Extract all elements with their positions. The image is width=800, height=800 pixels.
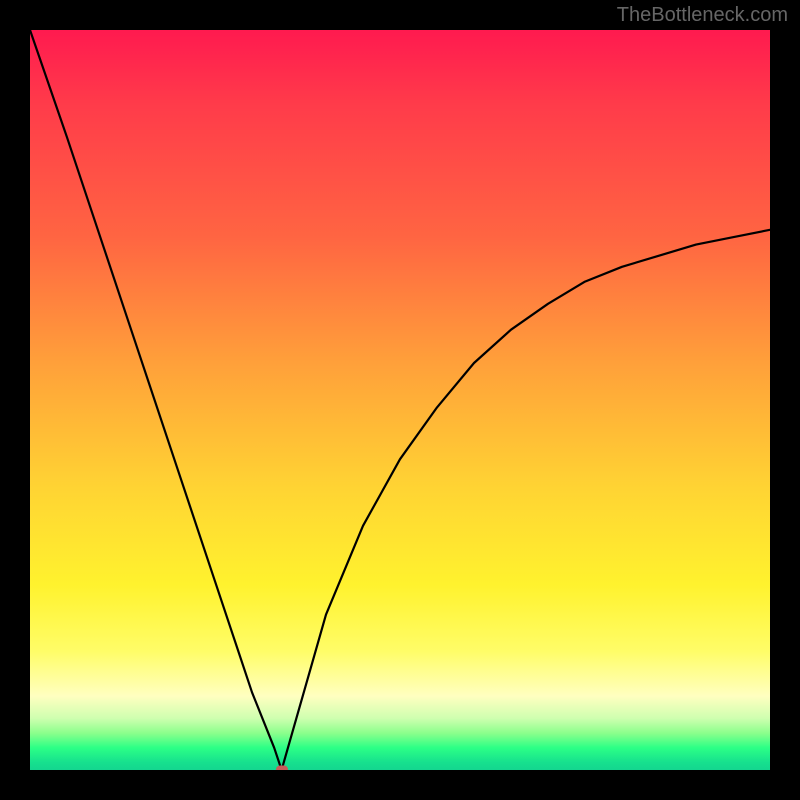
plot-area — [30, 30, 770, 770]
bottleneck-curve — [30, 30, 770, 770]
curve-svg — [30, 30, 770, 770]
optimum-marker — [276, 766, 288, 771]
watermark-text: TheBottleneck.com — [617, 4, 788, 27]
chart-container: TheBottleneck.com — [0, 0, 800, 800]
